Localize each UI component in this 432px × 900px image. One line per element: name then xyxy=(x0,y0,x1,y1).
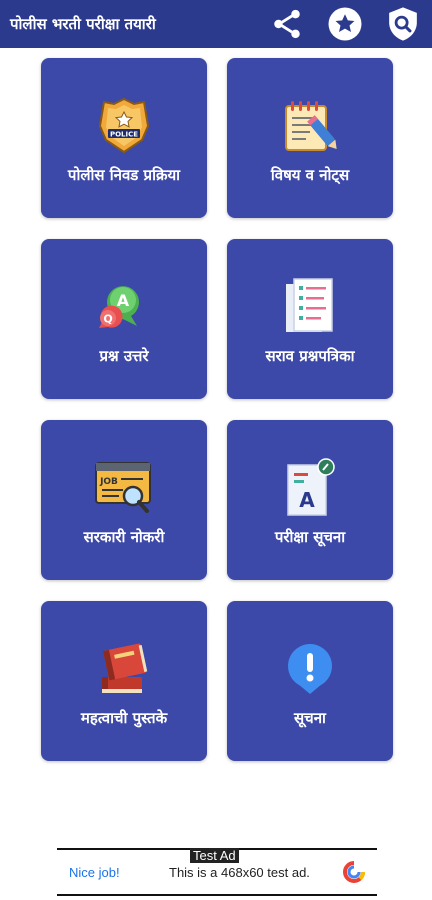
tile-police-selection[interactable]: POLICE पोलीस निवड प्रक्रिया xyxy=(41,58,207,218)
tile-label: सूचना xyxy=(294,709,326,727)
question-paper-icon xyxy=(275,272,345,342)
svg-text:Q: Q xyxy=(103,313,112,326)
tile-subjects-notes[interactable]: विषय व नोट्स xyxy=(227,58,393,218)
ad-message: This is a 468x60 test ad. xyxy=(169,864,310,880)
svg-text:A: A xyxy=(299,488,315,512)
qa-bubbles-icon: A Q xyxy=(89,272,159,342)
books-icon xyxy=(89,634,159,704)
share-button[interactable] xyxy=(258,0,316,48)
police-badge-icon: POLICE xyxy=(89,91,159,161)
tile-government-jobs[interactable]: JOB सरकारी नोकरी xyxy=(41,420,207,580)
job-search-icon: JOB xyxy=(89,453,159,523)
exam-notice-icon: A xyxy=(275,453,345,523)
tile-practice-papers[interactable]: सराव प्रश्नपत्रिका xyxy=(227,239,393,399)
notebook-pencil-icon xyxy=(275,91,345,161)
ad-headline: Nice job! xyxy=(69,864,120,880)
tile-label: पोलीस निवड प्रक्रिया xyxy=(67,166,181,184)
ad-logo-icon[interactable] xyxy=(339,857,369,887)
tile-label: विषय व नोट्स xyxy=(270,166,350,184)
tile-notifications[interactable]: सूचना xyxy=(227,601,393,761)
ad-tag: Test Ad xyxy=(190,848,239,863)
star-icon xyxy=(328,7,362,41)
app-title: पोलीस भरती परीक्षा तयारी xyxy=(10,15,156,33)
search-shield-icon xyxy=(389,7,417,41)
menu-grid: POLICE पोलीस निवड प्रक्रिया विषय व नोट्स… xyxy=(41,58,393,761)
tile-label: महत्वाची पुस्तके xyxy=(80,709,168,727)
favorite-button[interactable] xyxy=(316,0,374,48)
svg-text:A: A xyxy=(117,291,130,310)
app-bar-actions xyxy=(258,0,432,48)
tile-label: सरकारी नोकरी xyxy=(83,528,165,546)
svg-text:JOB: JOB xyxy=(99,477,118,487)
tile-label: प्रश्न उत्तरे xyxy=(99,347,149,365)
tile-label: परीक्षा सूचना xyxy=(274,528,346,546)
app-bar: पोलीस भरती परीक्षा तयारी xyxy=(0,0,432,48)
ad-banner[interactable]: Test Ad Nice job! This is a 468x60 test … xyxy=(57,848,377,896)
share-icon xyxy=(274,9,300,39)
tile-question-answers[interactable]: A Q प्रश्न उत्तरे xyxy=(41,239,207,399)
tile-label: सराव प्रश्नपत्रिका xyxy=(265,347,355,365)
tile-important-books[interactable]: महत्वाची पुस्तके xyxy=(41,601,207,761)
privacy-button[interactable] xyxy=(374,0,432,48)
tile-exam-notice[interactable]: A परीक्षा सूचना xyxy=(227,420,393,580)
svg-text:POLICE: POLICE xyxy=(110,131,138,139)
notification-icon xyxy=(275,634,345,704)
